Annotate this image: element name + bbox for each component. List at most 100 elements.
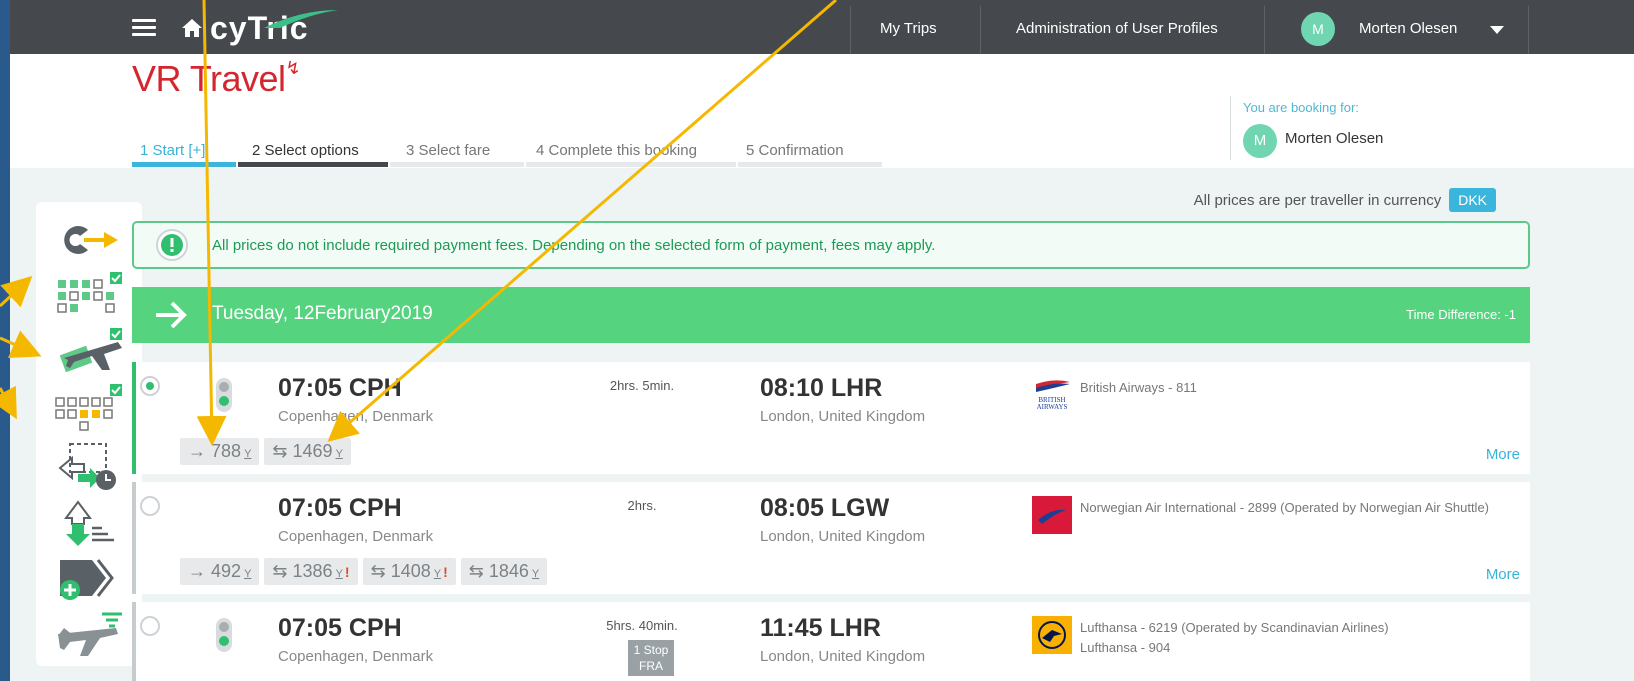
flight-duration: 5hrs. 40min. bbox=[606, 618, 678, 633]
payment-fee-alert: All prices do not include required payme… bbox=[132, 221, 1530, 269]
arrival-city: London, United Kingdom bbox=[760, 648, 926, 665]
arrival-time: 08:05 LGW bbox=[760, 494, 890, 522]
sort-download-icon[interactable] bbox=[44, 494, 134, 548]
arrival-time: 08:10 LHR bbox=[760, 374, 883, 402]
british-airways-logo: BRITISH AIRWAYS bbox=[1032, 376, 1072, 414]
fare-direction-icon: ⇆ bbox=[370, 561, 386, 581]
step-progress-bar bbox=[238, 162, 388, 167]
fare-direction-icon: → bbox=[188, 441, 206, 461]
row-indicator bbox=[132, 362, 136, 474]
departure-city: Copenhagen, Denmark bbox=[278, 408, 434, 425]
add-segment-icon[interactable] bbox=[44, 550, 134, 604]
flight-select-radio[interactable] bbox=[140, 496, 160, 516]
flight-row[interactable]: 07:05 CPH Copenhagen, Denmark 5hrs. 40min.… bbox=[132, 602, 1530, 681]
departure-time: 07:05 CPH bbox=[278, 614, 402, 642]
flight-cash-icon[interactable] bbox=[44, 324, 134, 378]
nav-my-trips[interactable]: My Trips bbox=[880, 20, 937, 37]
cytric-swoosh-icon bbox=[264, 10, 338, 28]
step-progress-bar bbox=[132, 162, 236, 167]
flight-card: 07:05 CPH Copenhagen, Denmark 2hrs. 08:05 L… bbox=[172, 482, 1530, 594]
flight-row[interactable]: 07:05 CPH Copenhagen, Denmark 2hrs. 08:05 L… bbox=[132, 482, 1530, 594]
carrier-info: British Airways - 811 bbox=[1080, 378, 1197, 398]
fare-button[interactable]: → 492 Y bbox=[180, 558, 260, 585]
fare-price: 492 bbox=[211, 561, 242, 581]
step-progress-bar bbox=[526, 162, 736, 167]
fare-warning-icon: ! bbox=[443, 564, 448, 580]
departure-city: Copenhagen, Denmark bbox=[278, 648, 434, 665]
fare-class: Y bbox=[335, 448, 343, 460]
fare-price: 1846 bbox=[488, 561, 529, 581]
more-details-link[interactable]: More bbox=[1486, 446, 1520, 463]
carrier-line: Norwegian Air International - 2899 (Oper… bbox=[1080, 500, 1489, 515]
booking-for-panel: You are booking for: M Morten Olesen bbox=[1230, 96, 1383, 160]
fare-class: Y bbox=[335, 568, 343, 580]
carrier-info: Norwegian Air International - 2899 (Oper… bbox=[1080, 498, 1489, 518]
price-note-text: All prices are per traveller in currency bbox=[1193, 192, 1442, 209]
carrier-info: Lufthansa - 6219 (Operated by Scandinavi… bbox=[1080, 618, 1389, 658]
flight-row[interactable]: 07:05 CPH Copenhagen, Denmark 2hrs. 5min. 0… bbox=[132, 362, 1530, 474]
app-frame: cyTric My Trips Administration of User P… bbox=[10, 0, 1634, 681]
flight-select-radio[interactable] bbox=[140, 376, 160, 396]
seat-map-icon[interactable] bbox=[44, 268, 134, 322]
fare-options: → 492 Y ⇆ 1386 Y! ⇆ 1408 Y! ⇆ 1846 Y bbox=[180, 558, 552, 585]
flight-card: 07:05 CPH Copenhagen, Denmark 5hrs. 40min.… bbox=[172, 602, 1530, 681]
departure-time: 07:05 CPH bbox=[278, 374, 402, 402]
lufthansa-logo bbox=[1032, 616, 1072, 654]
currency-badge: DKK bbox=[1449, 188, 1496, 212]
fare-direction-icon: ⇆ bbox=[468, 561, 484, 581]
row-indicator bbox=[132, 482, 136, 594]
home-icon[interactable] bbox=[180, 16, 204, 40]
price-note: All prices are per traveller in currency… bbox=[1010, 188, 1496, 212]
user-avatar[interactable]: M bbox=[1301, 12, 1335, 46]
step-progress-bar bbox=[738, 162, 882, 167]
flight-select-radio[interactable] bbox=[140, 616, 160, 636]
alert-text: All prices do not include required payme… bbox=[212, 237, 936, 254]
traveller-name: Morten Olesen bbox=[1285, 130, 1384, 147]
traveller-avatar: M bbox=[1243, 124, 1277, 158]
svg-text:AIRWAYS: AIRWAYS bbox=[1037, 403, 1068, 411]
carrier-line: Lufthansa - 904 bbox=[1080, 640, 1171, 655]
arrow-right-icon bbox=[156, 301, 187, 329]
fare-class: Y bbox=[244, 448, 252, 460]
more-details-link[interactable]: More bbox=[1486, 566, 1520, 583]
fare-direction-icon: ⇆ bbox=[272, 561, 288, 581]
fare-direction-icon: → bbox=[188, 561, 206, 581]
fare-warning-icon: ! bbox=[344, 564, 350, 580]
fare-price: 1408 bbox=[390, 561, 431, 581]
fare-price: 1386 bbox=[292, 561, 333, 581]
flight-duration: 2hrs. 5min. bbox=[609, 378, 675, 393]
fare-button[interactable]: ⇆ 1408 Y! bbox=[362, 558, 456, 585]
fare-button[interactable]: ⇆ 1846 Y bbox=[460, 558, 548, 585]
fare-price: 1469 bbox=[292, 441, 333, 461]
fare-button[interactable]: → 788 Y bbox=[180, 438, 260, 465]
hamburger-menu-icon[interactable] bbox=[132, 19, 156, 37]
time-difference: Time Difference: -1 bbox=[1406, 307, 1516, 322]
fare-button[interactable]: ⇆ 1469 Y bbox=[264, 438, 351, 465]
carrier-line: Lufthansa - 6219 (Operated by Scandinavi… bbox=[1080, 620, 1389, 635]
arrival-city: London, United Kingdom bbox=[760, 528, 926, 545]
row-indicator bbox=[132, 602, 136, 681]
top-navigation-bar: cyTric My Trips Administration of User P… bbox=[10, 0, 1634, 54]
nav-admin-profiles[interactable]: Administration of User Profiles bbox=[1016, 20, 1218, 37]
chevron-down-icon[interactable] bbox=[1490, 26, 1504, 34]
schedule-icon[interactable] bbox=[44, 438, 134, 492]
cabin-layout-icon[interactable] bbox=[44, 380, 134, 434]
arrival-time: 11:45 LHR bbox=[760, 614, 881, 642]
nav-divider bbox=[1528, 6, 1529, 54]
arrival-city: London, United Kingdom bbox=[760, 408, 926, 425]
tools-sidebar bbox=[36, 202, 142, 666]
fare-class: Y bbox=[433, 568, 442, 580]
info-alert-icon bbox=[156, 229, 188, 261]
user-name[interactable]: Morten Olesen bbox=[1359, 20, 1457, 37]
booking-for-label: You are booking for: bbox=[1243, 100, 1359, 115]
flight-filter-icon[interactable] bbox=[44, 606, 134, 660]
outbound-date: Tuesday, 12February2019 bbox=[212, 303, 433, 324]
fare-direction-icon: ⇆ bbox=[272, 441, 288, 461]
change-search-icon[interactable] bbox=[44, 212, 134, 266]
departure-city: Copenhagen, Denmark bbox=[278, 528, 434, 545]
fare-button[interactable]: ⇆ 1386 Y! bbox=[264, 558, 358, 585]
fare-class: Y bbox=[244, 568, 252, 580]
outbound-date-bar: Tuesday, 12February2019 Time Difference:… bbox=[132, 287, 1530, 343]
nav-divider bbox=[1264, 6, 1265, 54]
norwegian-logo bbox=[1032, 496, 1072, 534]
